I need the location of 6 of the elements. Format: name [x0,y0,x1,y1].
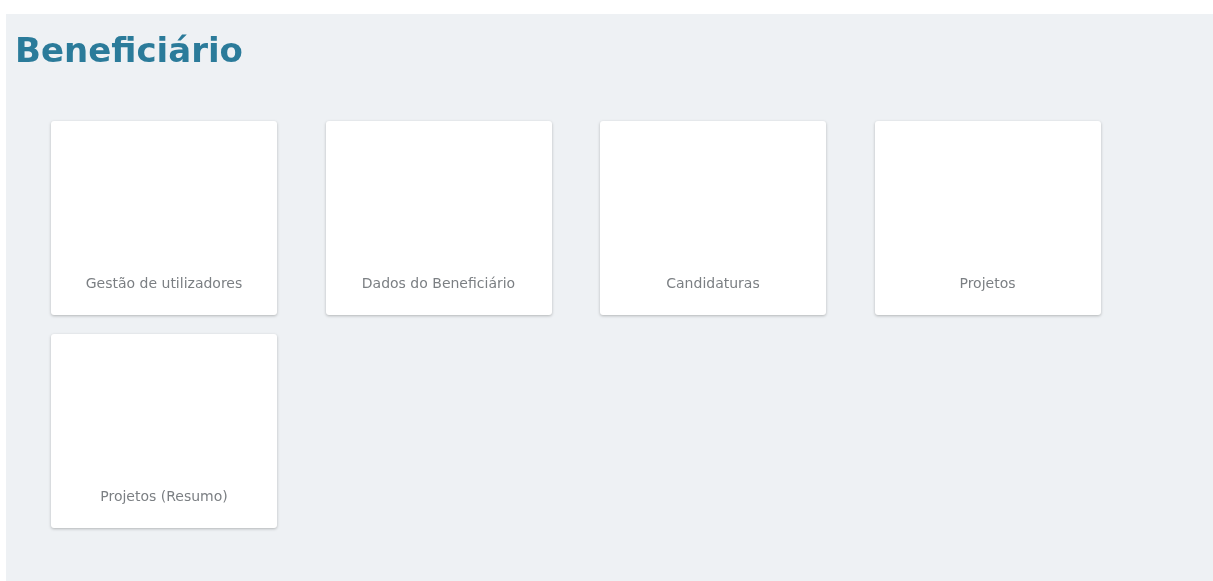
menu-tile[interactable]: Dados do Beneficiário [325,121,552,315]
menu-tile[interactable]: Projetos (Resumo) [51,334,277,528]
menu-tile[interactable]: Projetos [874,121,1101,315]
menu-tile[interactable]: Gestão de utilizadores [51,121,277,315]
menu-tile[interactable]: Candidaturas [600,121,826,315]
page-title: Beneficiário [15,29,244,72]
